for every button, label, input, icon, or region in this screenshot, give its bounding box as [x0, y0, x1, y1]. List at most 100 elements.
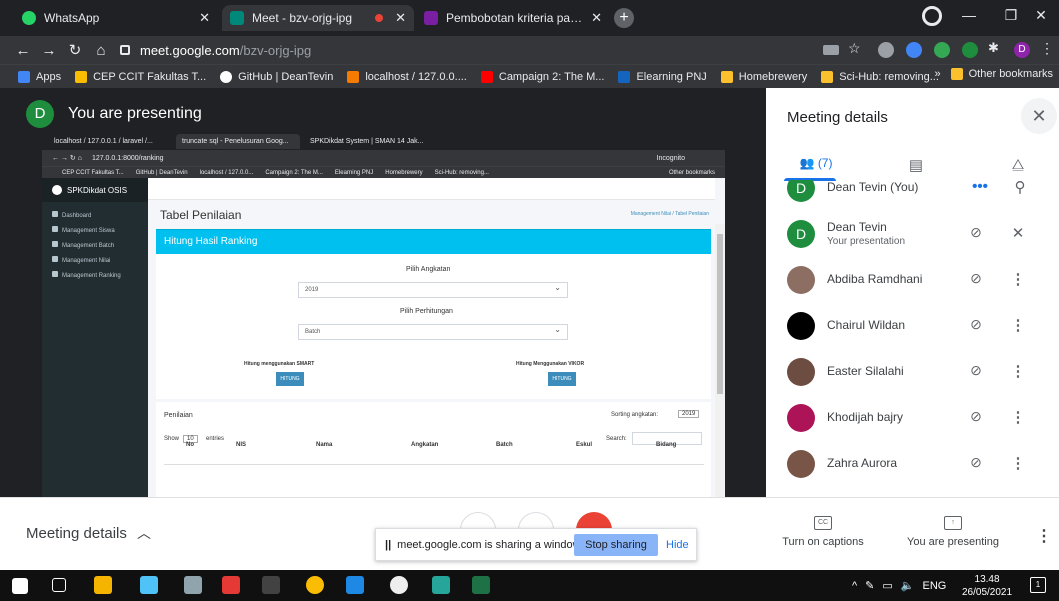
participant-more-button[interactable]: ⋮ — [1008, 362, 1028, 382]
participant-row[interactable]: Easter Silalahi ⊘ ⋮ — [766, 350, 1059, 396]
close-tab-icon[interactable]: ✕ — [199, 10, 210, 26]
notification-center-icon[interactable]: 1 — [1030, 577, 1046, 593]
tab-people[interactable]: 👥 (7) — [796, 156, 836, 180]
muted-mic-icon[interactable]: ⊘ — [966, 408, 986, 428]
battery-icon[interactable]: ▭ — [882, 579, 892, 592]
tab-chat[interactable]: ▤ — [901, 156, 931, 180]
muted-mic-icon[interactable]: ⊘ — [966, 454, 986, 474]
shared-scroll-thumb — [717, 234, 723, 394]
reload-button[interactable]: ↻ — [62, 41, 88, 59]
bookmark-github[interactable]: GitHub | DeanTevin — [220, 70, 333, 83]
camera-icon[interactable] — [823, 45, 839, 55]
muted-mic-icon[interactable]: ⊘ — [966, 224, 986, 244]
participant-row[interactable]: Khodijah bajry ⊘ ⋮ — [766, 396, 1059, 442]
muted-mic-icon[interactable]: ⊘ — [966, 270, 986, 290]
bookmark-apps[interactable]: Apps — [18, 70, 61, 83]
muted-mic-icon[interactable]: ⊘ — [966, 362, 986, 382]
incognito-taskbar-icon[interactable] — [390, 576, 408, 594]
windows-start-icon[interactable] — [12, 578, 28, 594]
url-bar[interactable]: meet.google.com/bzv-orjg-ipg — [120, 39, 840, 61]
participant-more-button[interactable]: ⋮ — [1008, 316, 1028, 336]
shared-page-title: Tabel Penilaian — [160, 208, 242, 222]
shared-incognito: Incognito — [656, 154, 685, 162]
bookmark-campaign[interactable]: Campaign 2: The M... — [480, 70, 604, 83]
browser-menu-icon[interactable]: ⋮ — [1040, 40, 1056, 56]
shared-bookmark: Other bookmarks — [668, 169, 715, 176]
virtualbox-icon[interactable] — [140, 576, 158, 594]
profile-avatar[interactable]: D — [1014, 42, 1030, 58]
participant-more-button[interactable]: ⋮ — [1008, 408, 1028, 428]
close-tab-icon[interactable]: ✕ — [395, 10, 406, 26]
shared-table-title: Penilaian — [164, 412, 193, 419]
star-icon[interactable]: ☆ — [848, 40, 864, 56]
stop-sharing-button[interactable]: Stop sharing — [574, 534, 658, 556]
bookmark-scihub[interactable]: Sci-Hub: removing... — [821, 70, 939, 83]
taskbar-clock[interactable]: 13.48 26/05/2021 — [962, 573, 1012, 599]
chevron-up-icon[interactable]: ︿ — [137, 523, 151, 543]
bookmark-elearning[interactable]: Elearning PNJ — [618, 70, 707, 83]
presenting-title: You are presenting — [68, 105, 202, 122]
dashboard-icon — [52, 211, 58, 217]
tab-pembobotan[interactable]: Pembobotan kriteria pada DIKLA ✕ — [416, 5, 610, 31]
windows-taskbar: ^ ✎ ▭ 🔈 ENG 13.48 26/05/2021 1 — [0, 570, 1059, 601]
tab-activities[interactable]: ⧋ — [1006, 156, 1030, 180]
presenting-button[interactable]: ↑ You are presenting — [898, 516, 1008, 548]
minimize-button[interactable]: — — [948, 0, 990, 30]
apps-grid-icon — [18, 70, 30, 83]
opera-icon[interactable] — [922, 6, 942, 26]
captions-button[interactable]: CC Turn on captions — [780, 516, 866, 548]
new-tab-button[interactable]: + — [614, 8, 634, 28]
tray-chevron-icon[interactable]: ^ — [852, 580, 857, 592]
back-button[interactable]: ← — [10, 42, 36, 59]
extension-shield-icon[interactable] — [878, 42, 894, 58]
unpin-icon[interactable]: ✕ — [1008, 224, 1028, 244]
extension-leaf-icon[interactable] — [934, 42, 950, 58]
participant-more-button[interactable]: ••• — [970, 180, 990, 198]
participant-row[interactable]: Abdiba Ramdhani ⊘ ⋮ — [766, 258, 1059, 304]
close-tab-icon[interactable]: ✕ — [591, 10, 602, 26]
forward-button[interactable]: → — [36, 42, 62, 59]
chrome-taskbar-icon[interactable] — [306, 576, 324, 594]
shared-bookmark: Sci-Hub: removing... — [434, 169, 489, 176]
tab-whatsapp[interactable]: WhatsApp ✕ — [14, 5, 218, 31]
participant-more-button[interactable]: ⋮ — [1008, 270, 1028, 290]
calculator-icon[interactable] — [262, 576, 280, 594]
participant-row[interactable]: Chairul Wildan ⊘ ⋮ — [766, 304, 1059, 350]
tray-pen-icon[interactable]: ✎ — [865, 579, 874, 592]
bookmark-cep-ccit[interactable]: CEP CCIT Fakultas T... — [75, 70, 206, 83]
folder-icon — [720, 70, 733, 83]
more-options-icon[interactable]: ⋮ — [1036, 526, 1052, 546]
extension-g-icon[interactable] — [962, 42, 978, 58]
hide-button[interactable]: Hide — [666, 534, 689, 556]
bookmark-homebrewery[interactable]: Homebrewery — [720, 70, 807, 83]
meeting-details-button[interactable]: Meeting details — [26, 525, 127, 542]
close-window-button[interactable]: ✕ — [1020, 0, 1059, 30]
participant-row[interactable]: D Dean Tevin Your presentation ⊘ ✕ — [766, 212, 1059, 258]
vscode-icon[interactable] — [346, 576, 364, 594]
home-button[interactable]: ⌂ — [88, 42, 114, 59]
file-explorer-icon[interactable] — [94, 576, 112, 594]
participant-name: Easter Silalahi — [827, 364, 904, 378]
bookmark-localhost[interactable]: localhost / 127.0.0.... — [347, 70, 467, 83]
tab-meet[interactable]: Meet - bzv-orjg-ipg ✕ — [222, 5, 414, 31]
close-panel-button[interactable]: ✕ — [1021, 98, 1057, 134]
task-view-icon[interactable] — [52, 578, 66, 592]
pin-icon[interactable]: ⚲ — [1010, 180, 1030, 198]
bookmark-other[interactable]: Other bookmarks — [950, 68, 1053, 80]
puzzle-icon[interactable]: ✱ — [988, 40, 1004, 56]
sourcetree-icon[interactable] — [432, 576, 450, 594]
clock-time: 13.48 — [974, 574, 1000, 585]
participant-row[interactable]: D Dean Tevin (You) ••• ⚲ — [766, 180, 1059, 212]
opera-taskbar-icon[interactable] — [222, 576, 240, 594]
snipping-tool-icon[interactable] — [184, 576, 202, 594]
excel-icon[interactable] — [472, 576, 490, 594]
language-indicator[interactable]: ENG — [923, 580, 947, 592]
muted-mic-icon[interactable]: ⊘ — [966, 316, 986, 336]
url-host: meet.google.com — [140, 42, 240, 58]
participant-more-button[interactable]: ⋮ — [1008, 454, 1028, 474]
extension-globe-icon[interactable] — [906, 42, 922, 58]
participant-row[interactable]: Zahra Aurora ⊘ ⋮ — [766, 442, 1059, 488]
shared-tab: localhost / 127.0.0.1 / laravel /... — [54, 138, 153, 145]
volume-icon[interactable]: 🔈 — [901, 579, 915, 592]
bookmarks-overflow-button[interactable]: » — [935, 68, 941, 80]
